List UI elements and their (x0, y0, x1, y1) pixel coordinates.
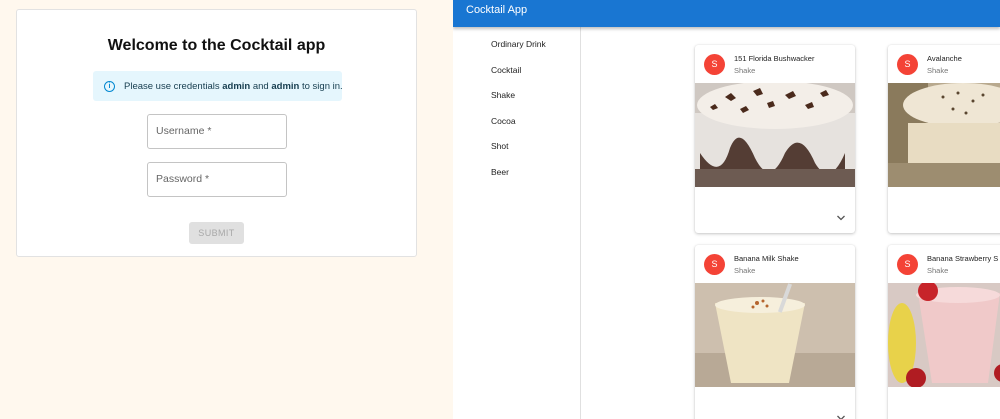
drink-category: Shake (927, 266, 949, 275)
sidebar-item-shot[interactable]: Shot (491, 141, 509, 151)
app-title: Cocktail App (466, 4, 528, 16)
drink-category: Shake (734, 266, 756, 275)
password-field[interactable]: Password * (147, 162, 287, 197)
alert-password: admin (271, 80, 300, 92)
credentials-alert: i Please use credentials admin and admin… (93, 71, 343, 101)
alert-username: admin (222, 80, 251, 92)
drink-name: Avalanche (927, 54, 962, 63)
password-label: Password * (156, 173, 210, 185)
sidebar-item-beer[interactable]: Beer (491, 167, 509, 177)
submit-button[interactable]: SUBMIT (189, 222, 244, 244)
drink-name: Banana Milk Shake (734, 254, 799, 263)
sidebar-item-cocktail[interactable]: Cocktail (491, 65, 521, 75)
drink-card[interactable]: S Avalanche Shake (888, 45, 1000, 233)
login-card: Welcome to the Cocktail app i Please use… (16, 9, 417, 257)
drink-card[interactable]: S Banana Strawberry S Shake (888, 245, 1000, 419)
drink-image (695, 283, 855, 387)
login-title: Welcome to the Cocktail app (107, 37, 326, 54)
sidebar-item-shake[interactable]: Shake (491, 90, 515, 100)
app-bar: Cocktail App (453, 0, 1000, 27)
sidebar-item-ordinary-drink[interactable]: Ordinary Drink (491, 39, 546, 49)
drink-image (888, 83, 1000, 187)
drink-image (695, 83, 855, 187)
username-field[interactable]: Username * (147, 114, 287, 149)
drink-category: Shake (927, 66, 949, 75)
expand-more-icon[interactable] (836, 214, 846, 222)
drink-card[interactable]: S 151 Florida Bushwacker Shake (695, 45, 855, 233)
avatar: S (704, 254, 725, 275)
info-icon: i (104, 80, 115, 92)
avatar: S (897, 254, 918, 275)
sidebar-item-cocoa[interactable]: Cocoa (491, 116, 516, 126)
drink-name: 151 Florida Bushwacker (734, 54, 815, 63)
avatar: S (704, 54, 725, 75)
cocktail-app: Cocktail App Ordinary Drink Cocktail Sha… (453, 0, 1000, 419)
drink-card[interactable]: S Banana Milk Shake Shake (695, 245, 855, 419)
drink-image (888, 283, 1000, 387)
avatar: S (897, 54, 918, 75)
category-sidebar: Ordinary Drink Cocktail Shake Cocoa Shot… (453, 27, 581, 419)
alert-text: Please use credentials admin and admin t… (124, 80, 343, 92)
login-page-background: Welcome to the Cocktail app i Please use… (0, 0, 453, 419)
drink-category: Shake (734, 66, 756, 75)
expand-more-icon[interactable] (836, 414, 846, 419)
username-label: Username * (156, 125, 212, 137)
drink-name: Banana Strawberry S (927, 254, 999, 263)
